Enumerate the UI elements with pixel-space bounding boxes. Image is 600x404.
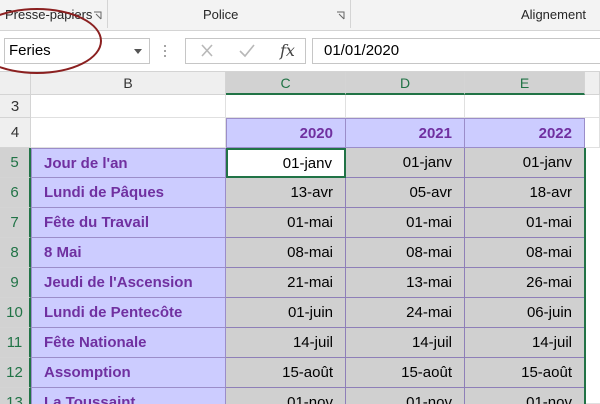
date-cell[interactable]: 15-août: [465, 358, 585, 388]
date-cell[interactable]: 01-nov: [346, 388, 465, 404]
cell-b4[interactable]: [31, 118, 226, 148]
date-cell[interactable]: 01-mai: [346, 208, 465, 238]
row-header-4[interactable]: 4: [0, 118, 31, 148]
ribbon-separator: [107, 0, 108, 28]
holiday-label[interactable]: Lundi de Pâques: [31, 178, 226, 208]
holiday-label[interactable]: La Toussaint: [31, 388, 226, 404]
date-cell[interactable]: 06-juin: [465, 298, 585, 328]
formula-bar: Feries fx 01/01/2020: [0, 31, 600, 72]
ribbon-group-labels: Presse-papiers Police Alignement: [0, 0, 600, 31]
dialog-launcher-icon[interactable]: [93, 11, 102, 20]
date-cell[interactable]: 08-mai: [226, 238, 346, 268]
year-header-2021[interactable]: 2021: [346, 118, 465, 148]
row-header-8[interactable]: 8: [0, 238, 31, 268]
name-box-value: Feries: [9, 42, 51, 59]
name-box[interactable]: Feries: [4, 38, 150, 64]
date-cell[interactable]: 05-avr: [346, 178, 465, 208]
row-header-7[interactable]: 7: [0, 208, 31, 238]
formula-value: 01/01/2020: [324, 42, 400, 59]
row-header-3[interactable]: 3: [0, 95, 31, 118]
date-cell[interactable]: 14-juil: [226, 328, 346, 358]
date-cell[interactable]: 14-juil: [465, 328, 585, 358]
date-cell[interactable]: 01-juin: [226, 298, 346, 328]
holiday-label[interactable]: Lundi de Pentecôte: [31, 298, 226, 328]
holiday-label[interactable]: Fête Nationale: [31, 328, 226, 358]
date-cell[interactable]: 01-nov: [465, 388, 585, 404]
date-cell[interactable]: 01-mai: [465, 208, 585, 238]
date-cell[interactable]: 08-mai: [465, 238, 585, 268]
date-cell[interactable]: 15-août: [226, 358, 346, 388]
holiday-label[interactable]: Assomption: [31, 358, 226, 388]
formula-input[interactable]: 01/01/2020: [312, 38, 600, 64]
selection-right-edge: [584, 148, 586, 404]
active-cell-c5[interactable]: 01-janv: [226, 148, 346, 178]
select-all-corner[interactable]: [0, 72, 31, 95]
column-header-e[interactable]: E: [465, 72, 585, 95]
date-cell[interactable]: 21-mai: [226, 268, 346, 298]
cell-b3[interactable]: [31, 95, 226, 118]
row-header-5[interactable]: 5: [0, 148, 31, 178]
column-header-d[interactable]: D: [346, 72, 465, 95]
date-cell[interactable]: 13-avr: [226, 178, 346, 208]
cell-f4[interactable]: [585, 118, 600, 148]
date-cell[interactable]: 08-mai: [346, 238, 465, 268]
date-cell[interactable]: 15-août: [346, 358, 465, 388]
date-cell[interactable]: 01-nov: [226, 388, 346, 404]
year-header-2022[interactable]: 2022: [465, 118, 585, 148]
dialog-launcher-icon[interactable]: [336, 11, 345, 20]
cell-c3[interactable]: [226, 95, 346, 118]
formula-buttons: fx: [185, 38, 306, 64]
ribbon-separator: [350, 0, 351, 28]
row-header-9[interactable]: 9: [0, 268, 31, 298]
date-cell[interactable]: 24-mai: [346, 298, 465, 328]
row-header-10[interactable]: 10: [0, 298, 31, 328]
row-header-11[interactable]: 11: [0, 328, 31, 358]
date-cell[interactable]: 26-mai: [465, 268, 585, 298]
date-cell[interactable]: 13-mai: [346, 268, 465, 298]
row-header-12[interactable]: 12: [0, 358, 31, 388]
ribbon-group-clipboard: Presse-papiers: [5, 7, 93, 22]
ribbon-group-alignment: Alignement: [521, 7, 587, 22]
more-options-icon[interactable]: [163, 43, 167, 59]
insert-function-button[interactable]: fx: [280, 41, 295, 60]
holiday-label[interactable]: 8 Mai: [31, 238, 226, 268]
ribbon-group-font: Police: [203, 7, 239, 22]
column-header-b[interactable]: B: [31, 72, 226, 95]
date-cell[interactable]: 01-janv: [346, 148, 465, 178]
worksheet-grid[interactable]: B C D E 3 4 2020 2021 2022 5 Jour de l'a…: [0, 72, 600, 404]
date-cell[interactable]: 18-avr: [465, 178, 585, 208]
cell-d3[interactable]: [346, 95, 465, 118]
date-cell[interactable]: 01-janv: [465, 148, 585, 178]
year-header-2020[interactable]: 2020: [226, 118, 346, 148]
holiday-label[interactable]: Fête du Travail: [31, 208, 226, 238]
holiday-label[interactable]: Jour de l'an: [31, 148, 226, 178]
cell-e3[interactable]: [465, 95, 600, 118]
column-header-f[interactable]: [585, 72, 600, 95]
column-f-cells[interactable]: [585, 148, 600, 404]
row-header-13[interactable]: 13: [0, 388, 31, 404]
row-header-6[interactable]: 6: [0, 178, 31, 208]
check-icon[interactable]: [232, 41, 262, 61]
column-header-c[interactable]: C: [226, 72, 346, 95]
chevron-down-icon[interactable]: [134, 49, 142, 54]
close-icon[interactable]: [192, 41, 222, 61]
holiday-label[interactable]: Jeudi de l'Ascension: [31, 268, 226, 298]
date-cell[interactable]: 14-juil: [346, 328, 465, 358]
date-cell[interactable]: 01-mai: [226, 208, 346, 238]
